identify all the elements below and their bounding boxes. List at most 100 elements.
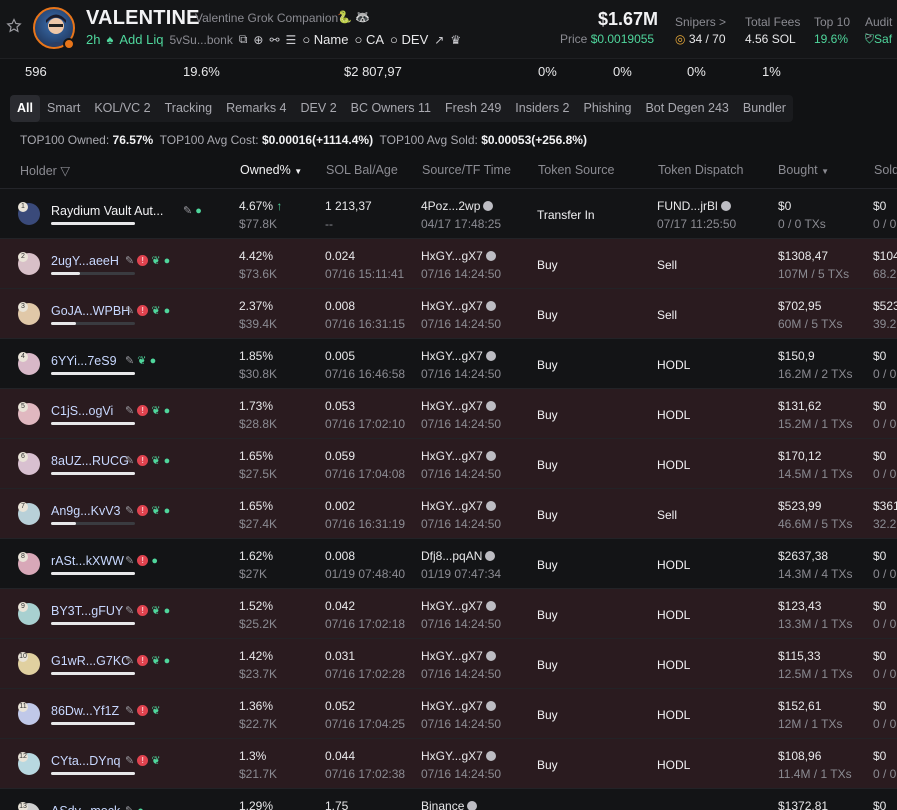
holder-address[interactable]: G1wR...G7KC [51,654,130,668]
tab-all[interactable]: All [10,95,40,122]
table-row[interactable]: 12 CYta...DYnq ✎ ! ❦ 1.3% $21.7K 0.044 07/16 … [0,739,897,789]
rank-badge: 6 [18,452,28,462]
filter-icon[interactable]: ▽ [60,164,70,178]
edit-remark-icon[interactable]: ✎ [183,205,192,217]
col-token-dispatch[interactable]: Token Dispatch [658,163,743,177]
funding-source[interactable]: HxGY...gX7 [421,249,496,263]
tab-bc-owners[interactable]: BC Owners 11 [344,95,438,122]
holder-address[interactable]: GoJA...WPBH [51,304,130,318]
col-sold[interactable]: Sold [874,163,897,177]
table-row[interactable]: 11 86Dw...Yf1Z ✎ ! ❦ 1.36% $22.7K 0.052 07/16… [0,689,897,739]
crown-icon[interactable]: ♛ [450,33,461,47]
funding-source[interactable]: HxGY...gX7 [421,449,496,463]
tab-bot-degen[interactable]: Bot Degen 243 [638,95,735,122]
table-row[interactable]: 1 Raydium Vault Aut... ✎ ● 4.67% ↑ $77.8K 1 2… [0,189,897,239]
tab-fresh[interactable]: Fresh 249 [438,95,508,122]
funding-source[interactable]: HxGY...gX7 [421,349,496,363]
table-row[interactable]: 5 C1jS...ogVi ✎ ! ❦ ● 1.73% $28.8K 0.053 07/16… [0,389,897,439]
search-ca-button[interactable]: ○ CA [354,32,384,47]
tab-insiders[interactable]: Insiders 2 [508,95,576,122]
rank-badge: 8 [18,552,28,562]
share-icon[interactable]: ↗ [434,33,444,47]
holder-address[interactable]: rASt...kXWW [51,554,124,568]
holder-address[interactable]: 8aUZ...RUCG [51,454,129,468]
holder-address[interactable]: Raydium Vault Aut... [51,204,163,218]
holder-address[interactable]: BY3T...gFUY [51,604,123,618]
edit-remark-icon[interactable]: ✎ [125,355,134,367]
globe-icon[interactable]: ⊕ [253,33,263,47]
col-token-source[interactable]: Token Source [538,163,614,177]
source-icon [485,401,496,411]
table-row[interactable]: 7 An9g...KvV3 ✎ ! ❦ ● 1.65% $27.4K 0.002 07/16… [0,489,897,539]
funding-source[interactable]: Dfj8...pqAN [421,549,496,563]
table-row[interactable]: 6 8aUZ...RUCG ✎ ! ❦ ● 1.65% $27.5K 0.059 07/16… [0,439,897,489]
edit-remark-icon[interactable]: ✎ [125,755,134,767]
menu-icon[interactable]: ☰ [286,33,297,47]
tab-bundler[interactable]: Bundler [736,95,793,122]
tab-tracking[interactable]: Tracking [158,95,219,122]
funding-source[interactable]: Binance [421,799,478,810]
holder-address[interactable]: 6YYi...7eS9 [51,354,117,368]
edit-remark-icon[interactable]: ✎ [125,555,134,567]
avg-sold-value: $0.00053 [481,133,532,147]
funding-time: 04/17 17:48:25 [421,217,502,231]
edit-remark-icon[interactable]: ✎ [125,705,134,717]
table-row[interactable]: 10 G1wR...G7KC ✎ ! ❦ ● 1.42% $23.7K 0.031 07/1… [0,639,897,689]
funding-source[interactable]: 4Poz...2wp [421,199,494,213]
community-icon[interactable]: ⚯ [269,33,279,47]
col-owned[interactable]: Owned% ▼ [240,163,302,177]
snipers-label[interactable]: Snipers > [675,15,726,29]
tab-smart[interactable]: Smart [40,95,87,122]
table-row[interactable]: 8 rASt...kXWW ✎ ! ● 1.62% $27K 0.008 01/19 07:… [0,539,897,589]
edit-remark-icon[interactable]: ✎ [125,655,134,667]
funding-source[interactable]: HxGY...gX7 [421,699,496,713]
col-holder[interactable]: Holder ▽ [20,163,70,178]
tab-dev[interactable]: DEV 2 [294,95,344,122]
holder-address[interactable]: CYta...DYnq [51,754,120,768]
col-source[interactable]: Source/TF Time [422,163,511,177]
edit-remark-icon[interactable]: ✎ [125,305,134,317]
copy-icon[interactable]: ⧉ [239,32,248,47]
owned-percent: 1.65% [239,499,273,513]
edit-remark-icon[interactable]: ✎ [125,255,134,267]
user-icon: ● [163,305,171,317]
search-name-button[interactable]: ○ Name [302,32,348,47]
funding-source[interactable]: HxGY...gX7 [421,649,496,663]
edit-remark-icon[interactable]: ✎ [125,805,134,810]
tab-phishing[interactable]: Phishing [577,95,639,122]
holder-address[interactable]: An9g...KvV3 [51,504,121,518]
holder-address[interactable]: 86Dw...Yf1Z [51,704,119,718]
funding-source[interactable]: HxGY...gX7 [421,499,496,513]
holder-address[interactable]: ASdy...mock [51,804,120,810]
funding-source[interactable]: HxGY...gX7 [421,749,496,763]
contract-address[interactable]: 5vSu...bonk [169,33,232,47]
funding-source[interactable]: HxGY...gX7 [421,399,496,413]
token-social-icons[interactable]: 🐍 🦝 [337,10,370,24]
edit-remark-icon[interactable]: ✎ [125,605,134,617]
holder-tags: ✎ ! ❦ [125,754,161,767]
funding-source[interactable]: HxGY...gX7 [421,599,496,613]
edit-remark-icon[interactable]: ✎ [125,505,134,517]
holder-address[interactable]: 2ugY...aeeH [51,254,119,268]
table-row[interactable]: 2 2ugY...aeeH ✎ ! ❦ ● 4.42% $73.6K 0.024 07/16… [0,239,897,289]
sort-down-icon: ▼ [821,167,830,176]
edit-remark-icon[interactable]: ✎ [125,455,134,467]
edit-remark-icon[interactable]: ✎ [125,405,134,417]
funding-source[interactable]: HxGY...gX7 [421,299,496,313]
col-sol-bal[interactable]: SOL Bal/Age [326,163,398,177]
owned-usd: $28.8K [239,417,278,431]
holder-address[interactable]: C1jS...ogVi [51,404,113,418]
token-dispatch[interactable]: FUND...jrBl [657,199,731,213]
owned-percent: 4.42% [239,249,273,263]
col-bought[interactable]: Bought ▼ [778,163,829,177]
search-dev-button[interactable]: ○ DEV [390,32,428,47]
owned-percent: 1.36% [239,699,273,713]
table-row[interactable]: 9 BY3T...gFUY ✎ ! ❦ ● 1.52% $25.2K 0.042 07/16… [0,589,897,639]
favorite-star-icon[interactable] [6,18,22,34]
tab-kol-vc[interactable]: KOL/VC 2 [87,95,157,122]
table-row[interactable]: 13 ASdy...mock ✎ ● 1.29% 1.75 Binance $1372,81… [0,789,897,810]
table-row[interactable]: 4 6YYi...7eS9 ✎ ❦ ● 1.85% $30.8K 0.005 07/16 1… [0,339,897,389]
add-liquidity-link[interactable]: Add Liq [119,32,163,47]
table-row[interactable]: 3 GoJA...WPBH ✎ ! ❦ ● 2.37% $39.4K 0.008 07/16… [0,289,897,339]
tab-remarks[interactable]: Remarks 4 [219,95,293,122]
